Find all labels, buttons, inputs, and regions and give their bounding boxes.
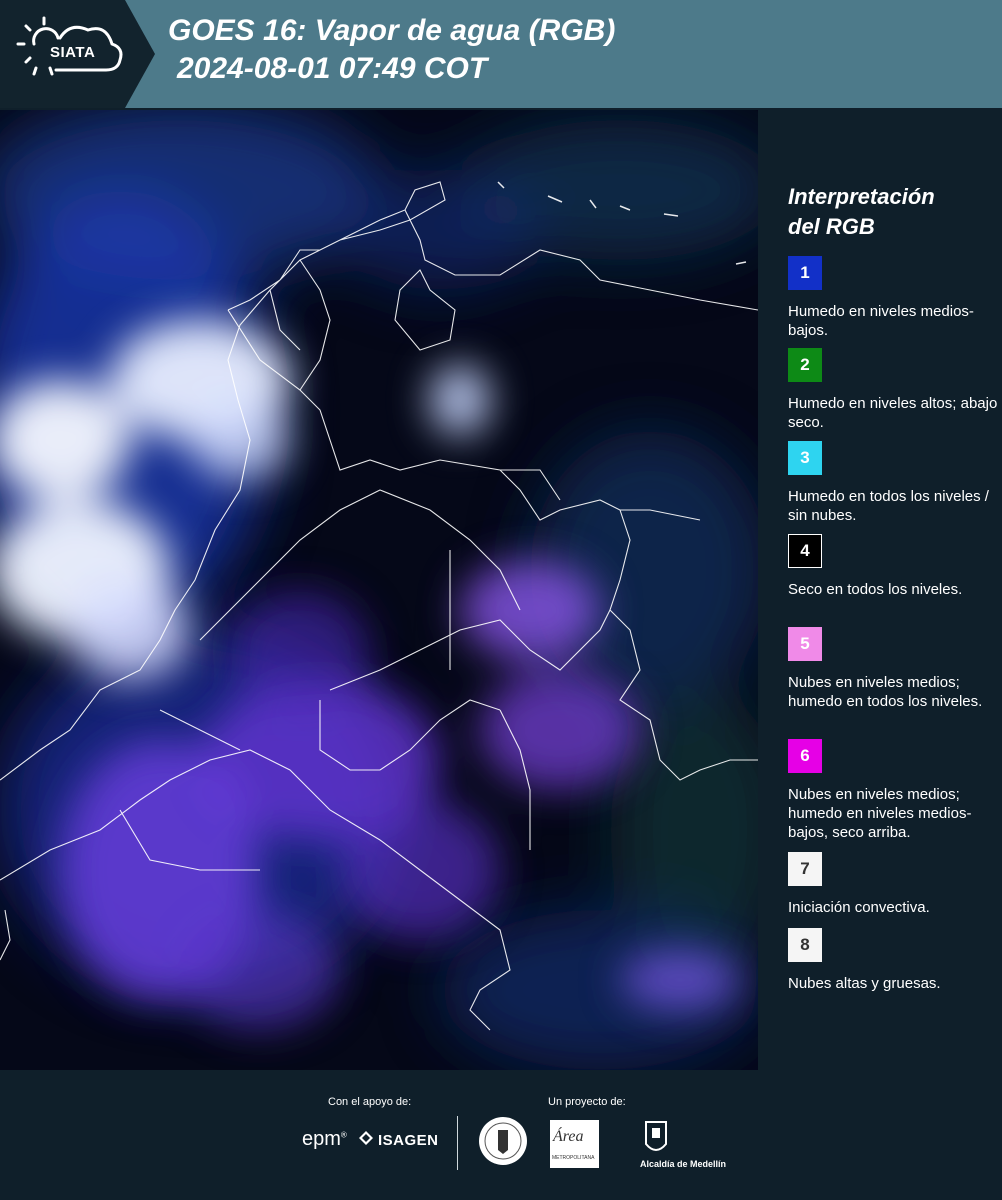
legend-item: 3 Humedo en todos los niveles / sin nubes…: [788, 441, 1000, 525]
legend-label: Humedo en niveles altos; abajo seco.: [788, 395, 998, 431]
isagen-icon: [359, 1131, 373, 1145]
siata-logo[interactable]: SIATA: [0, 0, 155, 108]
page-title: GOES 16: Vapor de agua (RGB): [168, 14, 616, 47]
seal-icon[interactable]: [478, 1116, 528, 1166]
legend-swatch: 4: [788, 534, 822, 568]
legend-label: Humedo en niveles medios-bajos.: [788, 303, 974, 339]
legend-item: 7 Iniciación convectiva.: [788, 852, 1000, 917]
legend-label: Humedo en todos los niveles / sin nubes.: [788, 488, 989, 524]
legend-label: Seco en todos los niveles.: [788, 581, 963, 598]
epm-logo[interactable]: epm®: [302, 1128, 347, 1151]
legend-item: 1 Humedo en niveles medios-bajos.: [788, 256, 1000, 340]
legend-swatch: 7: [788, 852, 822, 886]
legend-label: Nubes en niveles medios; humedo en todos…: [788, 674, 983, 710]
timestamp: 2024-08-01 07:49 COT: [177, 52, 488, 85]
siata-logo-text: SIATA: [50, 44, 96, 61]
legend-item: 6 Nubes en niveles medios; humedo en nive…: [788, 739, 1000, 842]
header-bar: SIATA GOES 16: Vapor de agua (RGB) 2024-…: [0, 0, 1002, 108]
legend-title-line2: del RGB: [788, 214, 875, 239]
epm-logo-text: epm: [302, 1128, 341, 1150]
legend-label: Nubes en niveles medios; humedo en nivel…: [788, 786, 972, 841]
project-label: Un proyecto de:: [548, 1096, 626, 1108]
legend-title: Interpretación del RGB: [788, 182, 988, 242]
legend-swatch: 3: [788, 441, 822, 475]
water-vapor-image: [0, 110, 758, 1070]
alcaldia-logo[interactable]: Alcaldía de Medellín: [640, 1159, 726, 1169]
medellin-shield-icon: [645, 1121, 667, 1151]
satellite-map[interactable]: [0, 110, 758, 1070]
legend-label: Iniciación convectiva.: [788, 899, 930, 916]
legend-swatch: 8: [788, 928, 822, 962]
legend-panel: Interpretación del RGB 1 Humedo en nivele…: [760, 110, 1002, 1070]
support-label: Con el apoyo de:: [328, 1096, 412, 1108]
footer: Con el apoyo de: Un proyecto de: epm® IS…: [0, 1070, 1002, 1200]
area-logo-text: Área: [553, 1128, 584, 1145]
legend-title-line1: Interpretación: [788, 184, 935, 209]
legend-item: 2 Humedo en niveles altos; abajo seco.: [788, 348, 1000, 432]
legend-swatch: 5: [788, 627, 822, 661]
legend-swatch: 1: [788, 256, 822, 290]
footer-divider: [457, 1116, 458, 1170]
registered-mark: ®: [340, 1130, 347, 1140]
isagen-logo[interactable]: ISAGEN: [378, 1132, 439, 1149]
legend-item: 8 Nubes altas y gruesas.: [788, 928, 1000, 993]
legend-swatch: 2: [788, 348, 822, 382]
area-logo-subtext: METROPOLITANA: [552, 1155, 595, 1161]
legend-item: 4 Seco en todos los niveles.: [788, 534, 1000, 599]
legend-item: 5 Nubes en niveles medios; humedo en todo…: [788, 627, 1000, 711]
legend-label: Nubes altas y gruesas.: [788, 975, 941, 992]
legend-swatch: 6: [788, 739, 822, 773]
